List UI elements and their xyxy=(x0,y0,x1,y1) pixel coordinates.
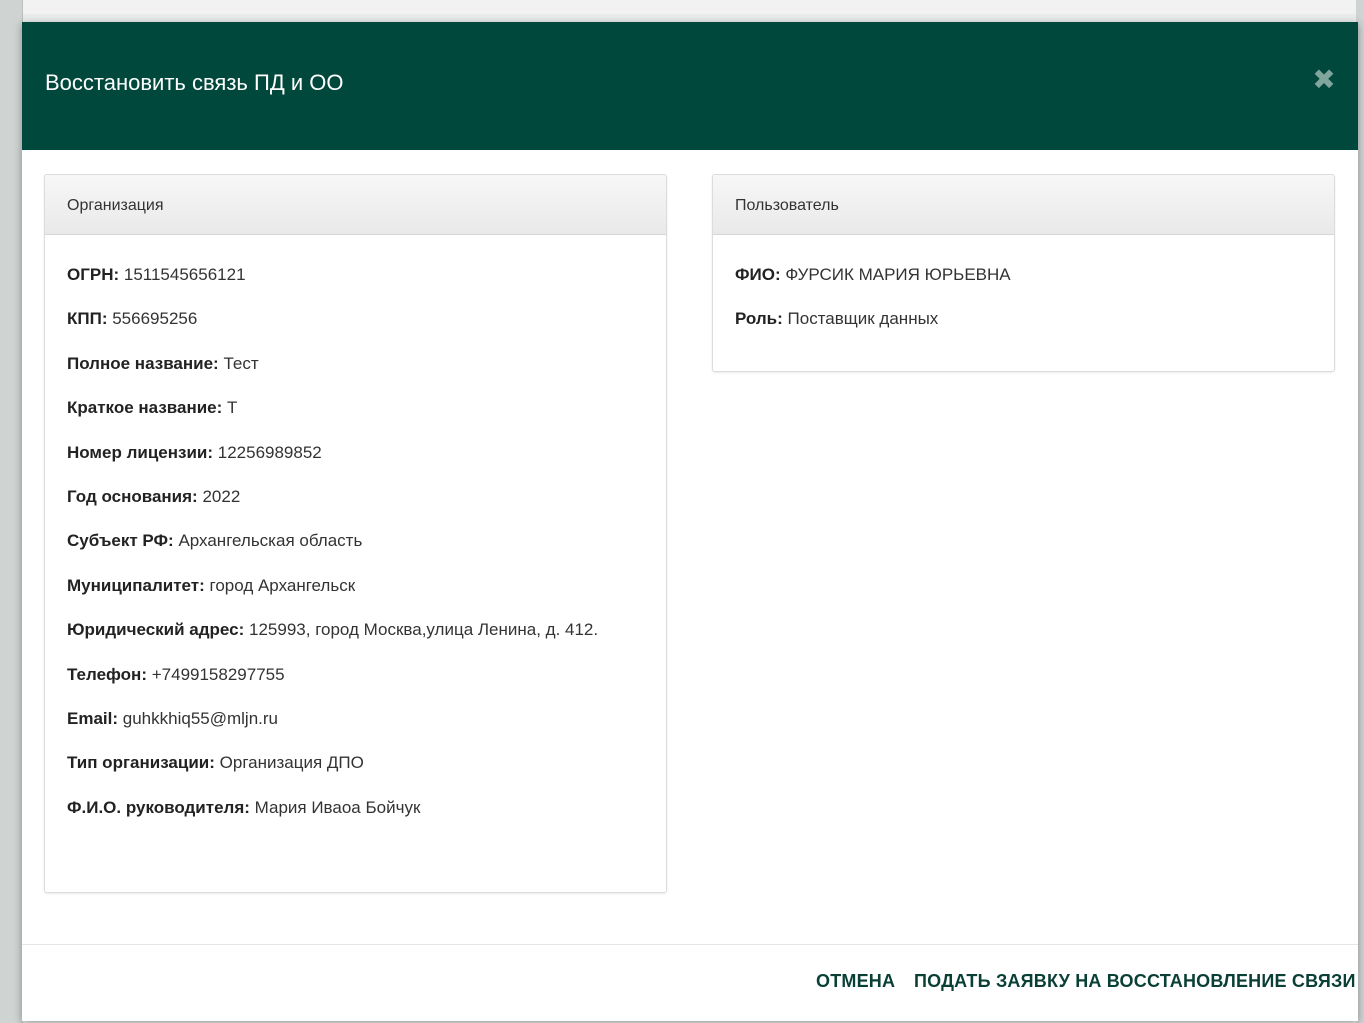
field-email: Email: guhkkhiq55@mljn.ru xyxy=(67,705,644,733)
field-label: Муниципалитет: xyxy=(67,575,205,595)
organization-panel-body: ОГРН: 1511545656121 КПП: 556695256 Полно… xyxy=(45,235,666,822)
field-label: Полное название: xyxy=(67,353,219,373)
field-label: Краткое название: xyxy=(67,398,223,418)
field-value: 12256989852 xyxy=(217,442,322,462)
field-label: Email: xyxy=(67,708,119,728)
dialog-header: Восстановить связь ПД и ОО ✖ xyxy=(22,22,1358,150)
field-label: ОГРН: xyxy=(67,265,120,284)
background-toolbar xyxy=(0,0,1364,14)
field-label: Тип организации: xyxy=(67,753,215,773)
field-value: Поставщик данных xyxy=(787,309,939,329)
user-panel: Пользователь ФИО: ФУРСИК МАРИЯ ЮРЬЕВНА Р… xyxy=(712,174,1335,372)
field-label: Роль: xyxy=(735,309,783,329)
field-role: Роль: Поставщик данных xyxy=(735,305,1312,333)
field-value: +7499158297755 xyxy=(151,664,285,684)
field-label: Ф.И.О. руководителя: xyxy=(67,797,250,817)
field-value: guhkkhiq55@mljn.ru xyxy=(122,708,278,728)
field-legal-address: Юридический адрес: 125993, город Москва,… xyxy=(67,616,627,644)
field-label: Год основания: xyxy=(67,486,198,506)
field-value: Мария Иваоа Бойчук xyxy=(254,797,421,817)
field-value: Т xyxy=(227,398,238,418)
field-value: 2022 xyxy=(202,486,241,506)
field-full-name: ФИО: ФУРСИК МАРИЯ ЮРЬЕВНА xyxy=(735,261,1312,289)
field-value: Тест xyxy=(223,353,259,373)
field-org-type: Тип организации: Организация ДПО xyxy=(67,749,644,777)
field-region: Субъект РФ: Архангельская область xyxy=(67,527,644,555)
field-ogrn: ОГРН: 1511545656121 xyxy=(67,261,644,289)
field-phone: Телефон: +7499158297755 xyxy=(67,661,644,689)
user-panel-body: ФИО: ФУРСИК МАРИЯ ЮРЬЕВНА Роль: Поставщи… xyxy=(713,235,1334,333)
field-label: КПП: xyxy=(67,309,108,329)
field-value: ФУРСИК МАРИЯ ЮРЬЕВНА xyxy=(785,265,1011,284)
field-value: 125993, город Москва,улица Ленина, д. 41… xyxy=(249,620,599,640)
field-label: Юридический адрес: xyxy=(67,620,245,640)
user-panel-heading: Пользователь xyxy=(713,175,1334,235)
field-label: Номер лицензии: xyxy=(67,442,214,462)
dialog-title: Восстановить связь ПД и ОО xyxy=(45,70,344,95)
field-value: 1511545656121 xyxy=(123,265,246,284)
field-value: Архангельская область xyxy=(178,531,363,551)
field-value: 556695256 xyxy=(112,309,198,329)
field-founded-year: Год основания: 2022 xyxy=(67,483,644,511)
organization-panel-heading: Организация xyxy=(45,175,666,235)
field-director-name: Ф.И.О. руководителя: Мария Иваоа Бойчук xyxy=(67,794,644,822)
field-value: Организация ДПО xyxy=(219,753,364,773)
field-kpp: КПП: 556695256 xyxy=(67,305,644,333)
field-license-number: Номер лицензии: 12256989852 xyxy=(67,439,644,467)
background-left-rail xyxy=(0,0,23,1023)
restore-link-dialog: Восстановить связь ПД и ОО ✖ Организация… xyxy=(22,22,1358,1021)
field-label: ФИО: xyxy=(735,265,781,284)
field-label: Субъект РФ: xyxy=(67,531,174,551)
field-full-name: Полное название: Тест xyxy=(67,350,644,378)
field-value: город Архангельск xyxy=(209,575,356,595)
dialog-footer: ОТМЕНА ПОДАТЬ ЗАЯВКУ НА ВОССТАНОВЛЕНИЕ С… xyxy=(22,944,1358,1022)
organization-panel: Организация ОГРН: 1511545656121 КПП: 556… xyxy=(44,174,667,893)
cancel-button[interactable]: ОТМЕНА xyxy=(816,971,895,992)
submit-restore-request-button[interactable]: ПОДАТЬ ЗАЯВКУ НА ВОССТАНОВЛЕНИЕ СВЯЗИ xyxy=(914,971,1356,992)
field-municipality: Муниципалитет: город Архангельск xyxy=(67,572,644,600)
close-icon[interactable]: ✖ xyxy=(1312,66,1336,94)
field-label: Телефон: xyxy=(67,664,147,684)
field-short-name: Краткое название: Т xyxy=(67,394,644,422)
